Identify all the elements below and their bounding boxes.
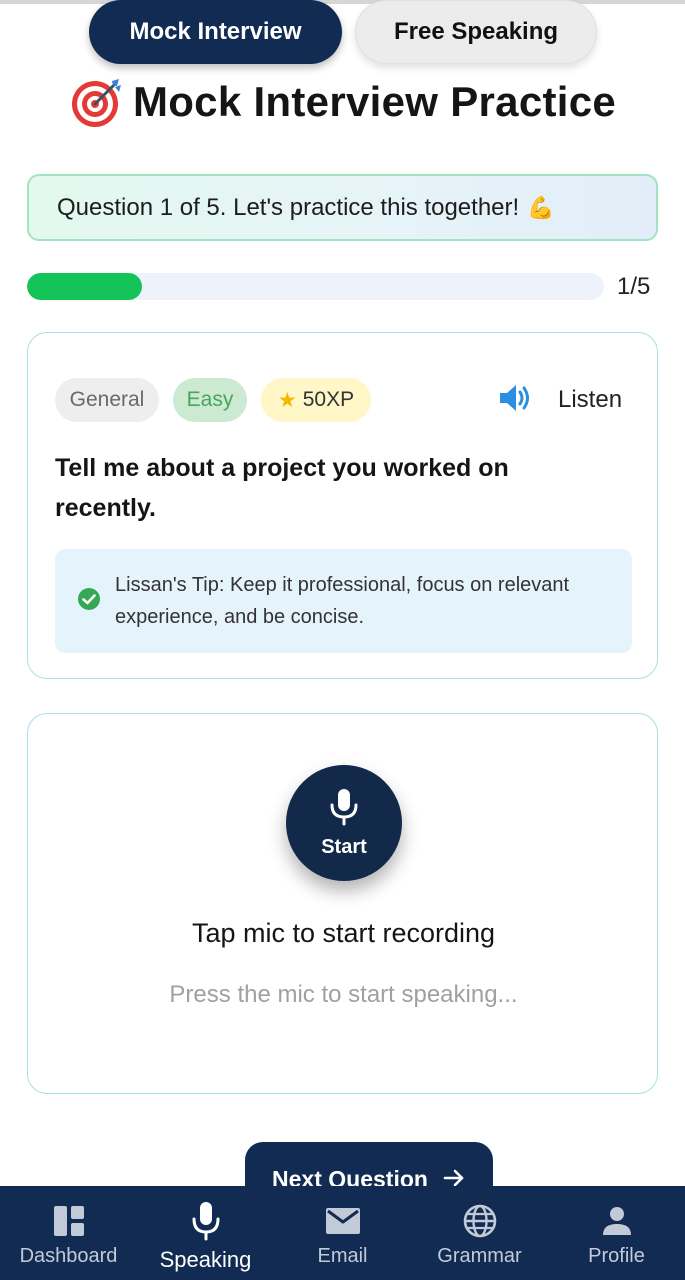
target-icon — [69, 75, 123, 129]
check-circle-icon — [77, 587, 101, 616]
progress-fill — [27, 273, 143, 300]
bottom-navigation: Dashboard Speaking Email Grammar Profile — [0, 1186, 685, 1280]
profile-icon — [602, 1204, 632, 1238]
recording-card: Start Tap mic to start recording Press t… — [27, 713, 658, 1094]
nav-label-grammar: Grammar — [437, 1245, 522, 1267]
listen-label: Listen — [558, 386, 623, 413]
nav-profile[interactable]: Profile — [548, 1186, 685, 1280]
tip-text: Lissan's Tip: Keep it professional, focu… — [115, 574, 570, 628]
progress-bar — [27, 273, 604, 300]
category-chip: General — [55, 378, 159, 422]
question-card: General Easy ★ 50XP Listen Tell me about… — [27, 332, 658, 679]
nav-dashboard[interactable]: Dashboard — [0, 1186, 137, 1280]
email-icon — [325, 1204, 361, 1238]
mic-icon — [327, 787, 361, 832]
star-icon: ★ — [277, 388, 297, 412]
top-divider — [0, 0, 685, 4]
tip-box: Lissan's Tip: Keep it professional, focu… — [55, 549, 632, 653]
globe-icon — [463, 1204, 497, 1238]
start-recording-button[interactable]: Start — [286, 765, 402, 881]
mic-icon — [191, 1202, 221, 1241]
progress-count: 1/5 — [617, 273, 651, 300]
nav-label-profile: Profile — [588, 1245, 645, 1267]
flexed-biceps-icon: 💪 — [527, 194, 555, 220]
recording-title: Tap mic to start recording — [191, 918, 496, 948]
encouragement-banner: Question 1 of 5. Let's practice this tog… — [27, 174, 658, 241]
nav-label-speaking: Speaking — [159, 1247, 252, 1272]
question-text: Tell me about a project you worked on re… — [55, 454, 509, 522]
difficulty-chip: Easy — [173, 378, 247, 422]
xp-value: 50XP — [302, 388, 355, 411]
page-title: Mock Interview Practice — [132, 78, 617, 125]
nav-label-dashboard: Dashboard — [19, 1245, 118, 1267]
start-label: Start — [321, 836, 367, 858]
dashboard-icon — [53, 1204, 85, 1238]
page-header: Mock Interview Practice — [0, 72, 685, 132]
nav-speaking[interactable]: Speaking — [137, 1186, 274, 1280]
nav-label-email: Email — [317, 1245, 368, 1267]
xp-chip: ★ 50XP — [261, 378, 371, 422]
tab-free-speaking[interactable]: Free Speaking — [355, 0, 597, 64]
nav-email[interactable]: Email — [274, 1186, 411, 1280]
banner-text: Question 1 of 5. Let's practice this tog… — [57, 193, 520, 221]
speaker-icon — [498, 383, 532, 418]
recording-hint: Press the mic to start speaking... — [169, 981, 518, 1008]
tab-mock-interview[interactable]: Mock Interview — [89, 0, 342, 64]
listen-button[interactable]: Listen — [498, 378, 638, 422]
nav-grammar[interactable]: Grammar — [411, 1186, 548, 1280]
